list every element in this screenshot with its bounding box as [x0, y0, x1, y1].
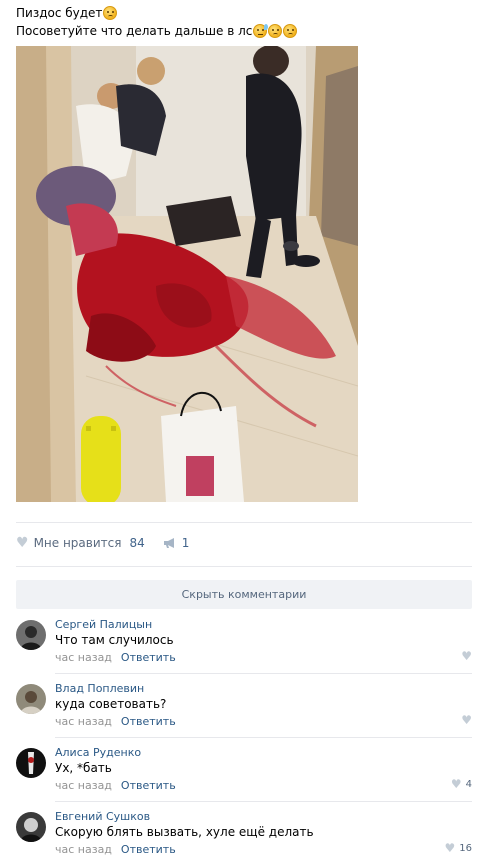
avatar[interactable] [16, 812, 46, 842]
comment-author[interactable]: Евгений Сушков [55, 810, 150, 823]
post-text: Пиздос будет Посоветуйте что делать даль… [16, 4, 456, 40]
avatar[interactable] [16, 620, 46, 650]
post-text-line-2: Посоветуйте что делать дальше в лс [16, 24, 253, 38]
comment-meta: час назад Ответить [55, 715, 176, 728]
comment-like-button[interactable]: ♥ 4 [451, 778, 472, 790]
reply-link[interactable]: Ответить [121, 779, 176, 792]
pensive-face-icon [283, 24, 298, 38]
actions-divider [16, 566, 472, 567]
comment-text: куда советовать? [55, 697, 167, 711]
post-divider [16, 522, 472, 523]
comment-divider [55, 801, 472, 802]
heart-icon: ♥ [461, 713, 472, 727]
comment-meta: час назад Ответить [55, 651, 176, 664]
reply-link[interactable]: Ответить [121, 651, 176, 664]
comment-like-count: 16 [459, 842, 472, 854]
comment-text: Ух, *бать [55, 761, 112, 775]
comment-text: Скорую блять вызвать, хуле ещё делать [55, 825, 314, 839]
comment-time[interactable]: час назад [55, 843, 112, 856]
comment: Евгений Сушков Скорую блять вызвать, хул… [16, 806, 472, 864]
comment-like-button[interactable]: ♥ [461, 650, 472, 662]
comment-divider [55, 673, 472, 674]
comment-text: Что там случилось [55, 633, 174, 647]
post-text-line: Пиздос будет [16, 4, 456, 22]
share-button[interactable]: 1 [163, 536, 190, 550]
comment-meta: час назад Ответить [55, 843, 176, 856]
heart-icon: ♥ [461, 649, 472, 663]
comment: Влад Поплевин куда советовать? час назад… [16, 678, 472, 738]
avatar[interactable] [16, 684, 46, 714]
post-text-line-1: Пиздос будет [16, 6, 103, 20]
hide-comments-button[interactable]: Скрыть комментарии [16, 580, 472, 609]
comment: Алиса Руденко Ух, *бать час назад Ответит… [16, 742, 472, 802]
comment-like-button[interactable]: ♥ 16 [445, 842, 473, 854]
like-count: 84 [129, 536, 145, 550]
like-button[interactable]: ♥ Мне нравится 84 [16, 536, 145, 550]
comment-time[interactable]: час назад [55, 715, 112, 728]
comment-time[interactable]: час назад [55, 651, 112, 664]
like-label: Мне нравится [33, 536, 122, 550]
comment-author[interactable]: Сергей Палицын [55, 618, 152, 631]
reply-link[interactable]: Ответить [121, 843, 176, 856]
reply-link[interactable]: Ответить [121, 715, 176, 728]
comment-meta: час назад Ответить [55, 779, 176, 792]
comment-divider [55, 737, 472, 738]
heart-icon: ♥ [444, 841, 456, 855]
comment: Сергей Палицын Что там случилось час наз… [16, 614, 472, 674]
post-actions: ♥ Мне нравится 84 1 [16, 536, 189, 550]
share-count: 1 [181, 536, 190, 550]
avatar[interactable] [16, 748, 46, 778]
comment-author[interactable]: Алиса Руденко [55, 746, 141, 759]
sad-face-icon [268, 24, 283, 38]
worried-face-icon [103, 6, 118, 20]
heart-icon: ♥ [450, 777, 462, 791]
comment-like-count: 4 [465, 778, 472, 790]
megaphone-icon [163, 538, 174, 548]
comment-time[interactable]: час назад [55, 779, 112, 792]
heart-icon: ♥ [16, 535, 29, 551]
sweat-face-icon [253, 24, 269, 38]
comment-like-button[interactable]: ♥ [461, 714, 472, 726]
comment-author[interactable]: Влад Поплевин [55, 682, 144, 695]
post-photo[interactable] [16, 46, 358, 502]
post-text-line: Посоветуйте что делать дальше в лс [16, 22, 456, 40]
post-photo-image [16, 46, 358, 502]
